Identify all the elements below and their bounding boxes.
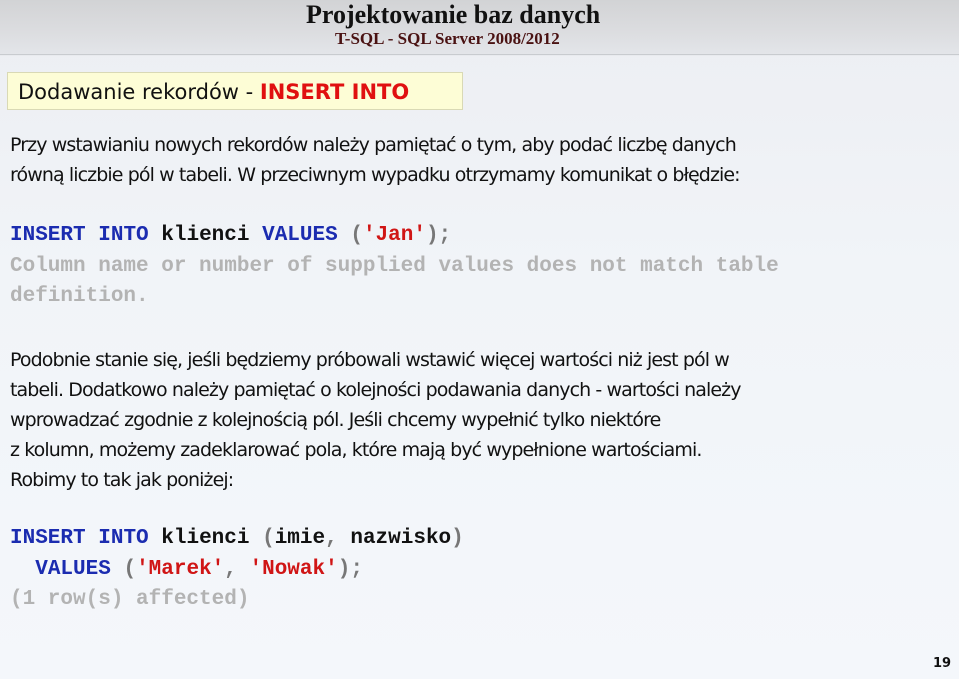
paragraph-line: wprowadzać zgodnie z kolejnością pól. Je… (10, 409, 661, 431)
sql-string: 'Jan' (362, 224, 426, 247)
code-line: INSERT INTO klienci (imie, nazwisko) (10, 524, 464, 555)
intro-paragraph: Przy wstawianiu nowych rekordów należy p… (10, 130, 955, 190)
sql-keyword: INSERT (10, 527, 86, 550)
sql-keyword: VALUES (35, 557, 111, 581)
sql-punctuation: ) (451, 527, 464, 550)
sql-column-name: nazwisko (350, 527, 452, 550)
sql-keyword: INTO (98, 527, 149, 550)
explanation-paragraph: Podobnie stanie się, jeśli będziemy prób… (10, 345, 955, 495)
sql-punctuation: ( (350, 224, 363, 247)
sql-punctuation: , (325, 527, 338, 550)
header-divider (0, 55, 959, 56)
code-line: INSERT INTO klienci VALUES ('Jan'); (10, 221, 779, 252)
error-message-line: definition. (10, 285, 149, 308)
sql-table-name: klienci (161, 224, 250, 247)
result-message-line: (1 row(s) affected) (10, 588, 250, 611)
paragraph-line: tabeli. Dodatkowo należy pamiętać o kole… (10, 379, 741, 401)
sql-keyword: VALUES (262, 224, 338, 247)
sql-column-name: imie (274, 527, 326, 550)
code-block-insert-example: INSERT INTO klienci (imie, nazwisko) VAL… (10, 524, 464, 616)
sql-punctuation: ( (123, 557, 137, 581)
paragraph-line: równą liczbie pól w tabeli. W przeciwnym… (10, 164, 741, 186)
slide-subtitle: T-SQL - SQL Server 2008/2012 (335, 29, 560, 48)
sql-punctuation: , (224, 557, 237, 581)
sql-string: 'Nowak' (249, 557, 338, 581)
code-block-error-example: INSERT INTO klienci VALUES ('Jan'); Colum… (10, 221, 779, 313)
paragraph-line: z kolumn, możemy zadeklarować pola, któr… (10, 439, 702, 461)
paragraph-line: Robimy to tak jak poniżej: (10, 469, 234, 491)
sql-punctuation: ( (262, 527, 275, 550)
paragraph-line: Podobnie stanie się, jeśli będziemy prób… (10, 349, 730, 371)
sql-table-name: klienci (161, 527, 250, 550)
sql-punctuation: ); (337, 557, 363, 581)
error-message-line: Column name or number of supplied values… (10, 254, 779, 278)
sql-keyword: INTO (98, 224, 149, 247)
section-heading: Dodawanie rekordów - INSERT INTO (7, 72, 463, 110)
sql-string: 'Marek' (136, 557, 225, 581)
paragraph-line: Przy wstawianiu nowych rekordów należy p… (10, 134, 737, 156)
sql-punctuation: ); (425, 224, 452, 247)
page-number: 19 (933, 656, 952, 671)
section-heading-label: Dodawanie rekordów - (18, 80, 260, 104)
sql-keyword: INSERT (10, 224, 86, 247)
code-line: VALUES ('Marek', 'Nowak'); (10, 555, 464, 586)
section-heading-keyword: INSERT INTO (259, 80, 410, 104)
slide-title: Projektowanie baz danych (306, 0, 601, 29)
